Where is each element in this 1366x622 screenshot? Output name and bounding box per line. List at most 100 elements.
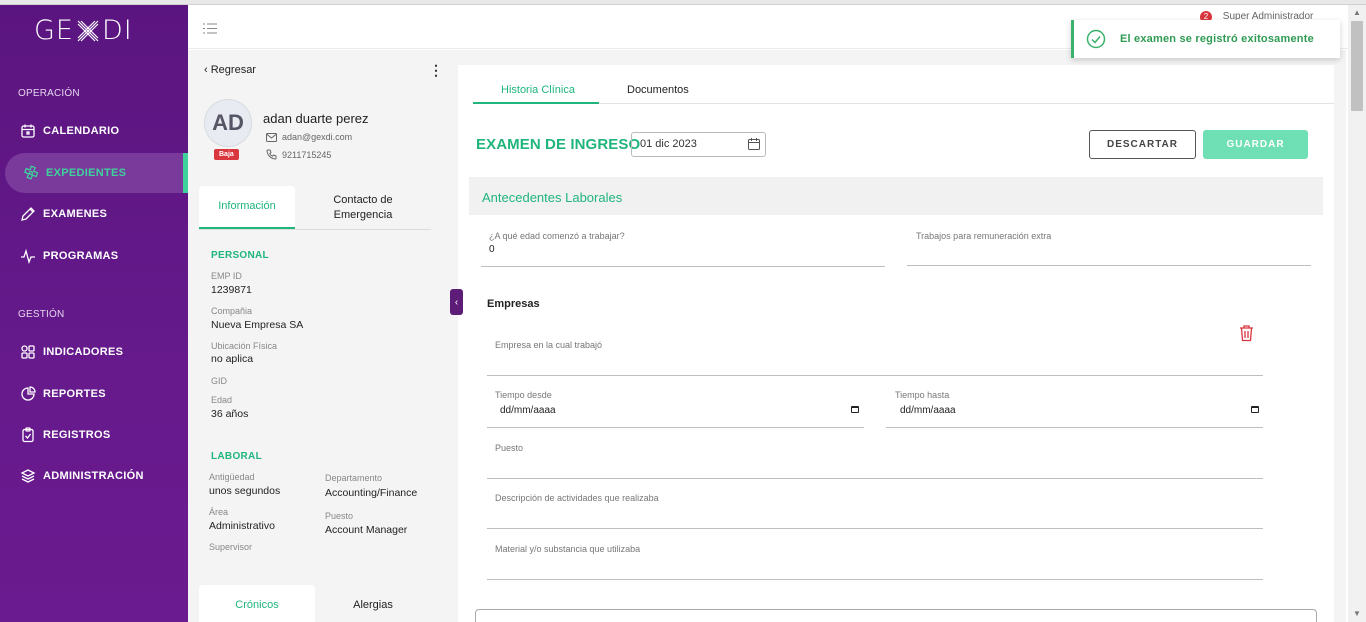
antiguedad-label: Antigüedad bbox=[209, 472, 255, 482]
logo-text-ge: GE bbox=[34, 15, 74, 46]
page-scrollbar[interactable]: ▲ ▼ bbox=[1348, 5, 1366, 622]
emp-id-label: EMP ID bbox=[211, 271, 242, 281]
pencil-icon bbox=[21, 207, 35, 221]
antiguedad-value: unos segundos bbox=[209, 485, 281, 497]
section-personal: PERSONAL bbox=[211, 250, 269, 261]
location-label: Ubicación Física bbox=[211, 341, 278, 351]
puesto-value: Account Manager bbox=[325, 524, 408, 536]
nav-registros[interactable]: REGISTROS bbox=[0, 415, 188, 455]
medical-icon bbox=[24, 165, 39, 180]
puesto-input[interactable] bbox=[487, 478, 1263, 479]
area-value: Administrativo bbox=[209, 520, 275, 532]
back-button[interactable]: ‹ Regresar bbox=[204, 64, 256, 76]
actividades-input[interactable] bbox=[487, 528, 1263, 529]
area-label: Área bbox=[209, 507, 229, 517]
desde-calendar-icon[interactable] bbox=[851, 406, 859, 413]
mail-icon bbox=[266, 132, 277, 142]
toast-message: El examen se registró exitosamente bbox=[1120, 33, 1314, 45]
material-input[interactable] bbox=[487, 579, 1263, 580]
patient-phone-row: 9211715245 bbox=[266, 149, 331, 160]
scroll-down-icon[interactable]: ▼ bbox=[1353, 609, 1361, 618]
patient-info-tabs: Información Contacto de Emergencia bbox=[199, 186, 431, 230]
next-section-box bbox=[475, 609, 1317, 622]
tab-historia-clinica[interactable]: Historia Clínica bbox=[501, 84, 575, 96]
tab-documentos[interactable]: Documentos bbox=[627, 84, 689, 96]
trash-icon[interactable] bbox=[1239, 324, 1254, 342]
sidebar: GE DI OPERACIÓN CALENDARIO EXPEDIENTES E… bbox=[0, 5, 188, 622]
desde-label: Tiempo desde bbox=[495, 390, 552, 400]
nav-administracion[interactable]: ADMINISTRACIÓN bbox=[0, 456, 188, 496]
nav-label: ADMINISTRACIÓN bbox=[43, 470, 144, 482]
puesto-label: Puesto bbox=[325, 511, 354, 521]
company-label: Compañia bbox=[211, 306, 253, 316]
extra-work-label: Trabajos para remuneración extra bbox=[916, 231, 1052, 241]
supervisor-label: Supervisor bbox=[209, 542, 253, 552]
nav-label: EXAMENES bbox=[43, 208, 108, 220]
exam-date-input[interactable]: 01 dic 2023 bbox=[631, 132, 766, 157]
desde-underline bbox=[487, 427, 864, 428]
age-value: 36 años bbox=[211, 408, 249, 420]
discard-button[interactable]: DESCARTAR bbox=[1089, 130, 1196, 159]
puesto-field-label: Puesto bbox=[495, 443, 524, 453]
empresa-label: Empresa en la cual trabajó bbox=[495, 340, 603, 350]
more-options-icon[interactable]: ⋮ bbox=[429, 62, 443, 79]
tab-informacion[interactable]: Información bbox=[199, 186, 295, 229]
nav-reportes[interactable]: REPORTES bbox=[0, 374, 188, 414]
nav-label: EXPEDIENTES bbox=[46, 167, 127, 179]
nav-label: REGISTROS bbox=[43, 429, 111, 441]
phone-icon bbox=[266, 149, 277, 160]
grid-icon bbox=[21, 345, 35, 359]
age-label: Edad bbox=[211, 395, 233, 405]
collapse-panel-button[interactable]: ‹ bbox=[450, 289, 463, 315]
patient-email-row: adan@gexdi.com bbox=[266, 132, 352, 142]
actividades-label: Descripción de actividades que realizaba bbox=[495, 493, 659, 503]
tab-cronicos[interactable]: Crónicos bbox=[199, 585, 315, 622]
tab-alergias[interactable]: Alergias bbox=[315, 585, 431, 622]
desde-input[interactable]: dd/mm/aaaa bbox=[500, 405, 556, 416]
section-gestion: GESTIÓN bbox=[18, 309, 65, 320]
start-age-underline bbox=[481, 266, 885, 267]
clipboard-icon bbox=[22, 427, 34, 443]
avatar: AD bbox=[204, 99, 252, 147]
nav-label: REPORTES bbox=[43, 388, 106, 400]
nav-expedientes[interactable]: EXPEDIENTES bbox=[5, 153, 188, 193]
section-antecedentes-laborales: Antecedentes Laborales bbox=[469, 177, 1323, 215]
check-circle-icon bbox=[1086, 29, 1106, 49]
depto-label: Departamento bbox=[325, 473, 383, 483]
pulse-icon bbox=[21, 248, 35, 264]
success-toast: El examen se registró exitosamente bbox=[1071, 20, 1340, 58]
menu-toggle-icon[interactable] bbox=[203, 23, 217, 34]
tab-contacto-emergencia[interactable]: Contacto de Emergencia bbox=[295, 186, 431, 229]
save-button[interactable]: GUARDAR bbox=[1203, 130, 1308, 159]
location-value: no aplica bbox=[211, 353, 254, 365]
nav-calendario[interactable]: CALENDARIO bbox=[0, 111, 188, 151]
nav-examenes[interactable]: EXAMENES bbox=[0, 194, 188, 234]
nav-label: PROGRAMAS bbox=[43, 250, 119, 262]
patient-phone: 9211715245 bbox=[282, 149, 332, 160]
extra-work-input[interactable] bbox=[907, 265, 1311, 266]
status-badge: Baja bbox=[214, 149, 239, 160]
scroll-up-icon[interactable]: ▲ bbox=[1353, 8, 1361, 17]
patient-bottom-tabs: Crónicos Alergias bbox=[199, 585, 431, 622]
empresa-input[interactable] bbox=[487, 375, 1263, 376]
nav-indicadores[interactable]: INDICADORES bbox=[0, 332, 188, 372]
scrollbar-thumb[interactable] bbox=[1351, 21, 1363, 111]
section-laboral: LABORAL bbox=[211, 451, 262, 462]
app-logo[interactable]: GE DI bbox=[34, 15, 133, 46]
hasta-underline bbox=[886, 427, 1263, 428]
nav-programas[interactable]: PROGRAMAS bbox=[0, 236, 188, 276]
hasta-input[interactable]: dd/mm/aaaa bbox=[900, 405, 956, 416]
logo-text-di: DI bbox=[101, 15, 133, 46]
exam-title: EXAMEN DE INGRESO bbox=[476, 136, 641, 153]
calendar-icon bbox=[21, 124, 35, 138]
section-operacion: OPERACIÓN bbox=[18, 88, 80, 99]
patient-panel: ‹ Regresar ⋮ AD Baja adan duarte perez a… bbox=[188, 50, 446, 622]
emp-id-value: 1239871 bbox=[211, 284, 252, 296]
calendar-icon[interactable] bbox=[748, 138, 760, 150]
nav-label: CALENDARIO bbox=[43, 125, 120, 137]
back-label: Regresar bbox=[210, 64, 256, 76]
empresas-heading: Empresas bbox=[487, 298, 540, 310]
start-age-input[interactable]: 0 bbox=[489, 244, 495, 255]
patient-email: adan@gexdi.com bbox=[282, 132, 353, 142]
hasta-calendar-icon[interactable] bbox=[1251, 406, 1259, 413]
